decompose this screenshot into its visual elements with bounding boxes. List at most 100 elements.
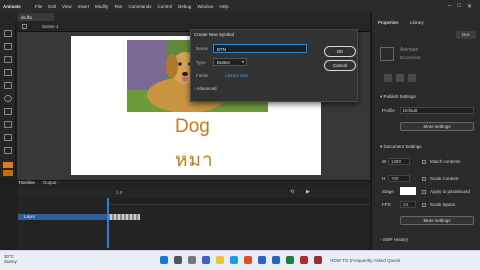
scene-label[interactable]: Scene 1	[42, 24, 59, 29]
cancel-button[interactable]: Cancel	[324, 60, 356, 71]
eyedropper-tool-icon[interactable]	[4, 147, 12, 154]
fill-color-swatch[interactable]	[3, 170, 13, 176]
chrome-icon[interactable]	[244, 256, 252, 264]
more-settings-button-1[interactable]: More settings	[400, 122, 474, 131]
close-button[interactable]: ✕	[467, 3, 472, 10]
tab-properties[interactable]: Properties	[378, 20, 399, 25]
menu-file[interactable]: File	[35, 4, 42, 9]
type-label: Type	[196, 60, 206, 65]
document-tab[interactable]: ds.fla	[18, 13, 54, 21]
width-field[interactable]: 1280	[388, 158, 410, 165]
task-view-icon[interactable]	[188, 256, 196, 264]
weather-widget[interactable]: 30°C Sunny	[4, 254, 17, 264]
width-label: W	[382, 159, 387, 164]
play-icon[interactable]: ▶	[306, 189, 310, 195]
publish-settings-header[interactable]: ▾ Publish Settings	[380, 94, 416, 100]
scale-spans-checkbox[interactable]	[422, 203, 426, 207]
menu-text[interactable]: Text	[114, 4, 122, 9]
menu-insert[interactable]: Insert	[78, 4, 89, 9]
symbol-type-select[interactable]: Button ▾	[213, 58, 247, 66]
start-icon[interactable]	[160, 256, 168, 264]
menu-edit[interactable]: Edit	[48, 4, 56, 9]
teams-icon[interactable]	[202, 256, 210, 264]
tools-panel	[0, 22, 16, 177]
more-settings-button-2[interactable]: More settings	[400, 216, 474, 225]
ok-button[interactable]: OK	[324, 46, 356, 57]
stroke-color-swatch[interactable]	[3, 162, 13, 168]
rectangle-tool-icon[interactable]	[4, 82, 12, 89]
subselection-tool-icon[interactable]	[4, 43, 12, 50]
apply-pasteboard-checkbox[interactable]	[422, 190, 426, 194]
taskbar	[0, 250, 480, 270]
layer-row[interactable]: Layer	[18, 214, 108, 220]
height-field[interactable]: 720	[388, 175, 410, 182]
height-label: H	[382, 176, 386, 181]
window-controls: – □ ✕	[448, 3, 480, 10]
scale-content-label: Scale Content	[430, 176, 459, 181]
thai-word-text[interactable]: หมา	[175, 145, 214, 175]
folder-label: Folder	[196, 73, 209, 78]
pencil-tool-icon[interactable]	[4, 69, 12, 76]
fps-field[interactable]: 24	[400, 201, 416, 208]
tab-library[interactable]: Library	[410, 20, 424, 25]
brush-tool-icon[interactable]	[4, 108, 12, 115]
free-transform-tool-icon[interactable]	[4, 56, 12, 63]
powerpoint-icon[interactable]	[300, 256, 308, 264]
menu-help[interactable]: Help	[219, 4, 228, 9]
oval-tool-icon[interactable]	[4, 95, 12, 102]
create-symbol-dialog: Create New Symbol Name BTN Type Button ▾…	[190, 29, 358, 102]
word-icon[interactable]	[258, 256, 266, 264]
symbol-name-field[interactable]: BTN	[213, 44, 307, 53]
text-tool-icon[interactable]	[4, 121, 12, 128]
stage-color-swatch[interactable]	[400, 187, 416, 195]
menu-view[interactable]: View	[62, 4, 72, 9]
folder-link[interactable]: Library root	[225, 73, 248, 78]
apply-pasteboard-label: Apply to pasteboard	[430, 189, 471, 194]
menu-debug[interactable]: Debug	[178, 4, 191, 9]
menu-bar: Animate File Edit View Insert Modify Tex…	[0, 0, 480, 12]
edge-icon[interactable]	[230, 256, 238, 264]
scale-content-checkbox[interactable]	[422, 177, 426, 181]
english-word-text[interactable]: Dog	[175, 116, 210, 138]
animate-icon[interactable]	[314, 256, 322, 264]
document-settings-header[interactable]: ▾ Document Settings	[380, 144, 422, 150]
active-task-label[interactable]: HOW TO (Frequently Asked Questi	[330, 258, 400, 263]
document-icon	[380, 47, 394, 61]
match-contents-checkbox[interactable]	[422, 160, 426, 164]
excel-icon[interactable]	[286, 256, 294, 264]
outlook-icon[interactable]	[272, 256, 280, 264]
name-label: Name	[196, 46, 209, 51]
tab-timeline[interactable]: Timeline	[18, 180, 35, 187]
test-movie-icon[interactable]	[408, 74, 416, 82]
menu-control[interactable]: Control	[158, 4, 173, 9]
frame-span[interactable]	[108, 214, 140, 220]
minimize-button[interactable]: –	[448, 3, 451, 10]
timeline-controls: 1.0 ▶ ⟲	[18, 188, 370, 197]
search-icon[interactable]	[174, 256, 182, 264]
tab-doc[interactable]: Doc	[456, 31, 476, 39]
document-settings-label: Document Settings	[383, 144, 422, 149]
doc-title: Animate	[400, 47, 419, 53]
chevron-down-icon: ▾	[241, 59, 244, 64]
profile-select[interactable]: Default	[400, 107, 474, 114]
playhead[interactable]	[107, 198, 109, 248]
swf-history-header[interactable]: › SWF History	[380, 237, 408, 242]
gear-icon[interactable]	[384, 74, 392, 82]
menu-modify[interactable]: Modify	[95, 4, 108, 9]
paint-bucket-tool-icon[interactable]	[4, 134, 12, 141]
fps-label: FPS	[382, 202, 391, 207]
frame-ruler[interactable]	[108, 198, 370, 205]
tab-output[interactable]: Output	[43, 180, 57, 187]
file-explorer-icon[interactable]	[216, 256, 224, 264]
dialog-title: Create New Symbol	[194, 32, 235, 37]
menu-window[interactable]: Window	[197, 4, 213, 9]
menu-commands[interactable]: Commands	[129, 4, 152, 9]
loop-icon[interactable]: ⟲	[290, 189, 294, 195]
type-value: Button	[217, 60, 231, 65]
maximize-button[interactable]: □	[457, 3, 461, 10]
selection-tool-icon[interactable]	[4, 30, 12, 37]
publish-icon[interactable]	[396, 74, 404, 82]
app-logo: Animate	[3, 4, 29, 9]
advanced-toggle[interactable]: › Advanced	[194, 86, 217, 91]
swf-history-label: SWF History	[382, 237, 408, 242]
